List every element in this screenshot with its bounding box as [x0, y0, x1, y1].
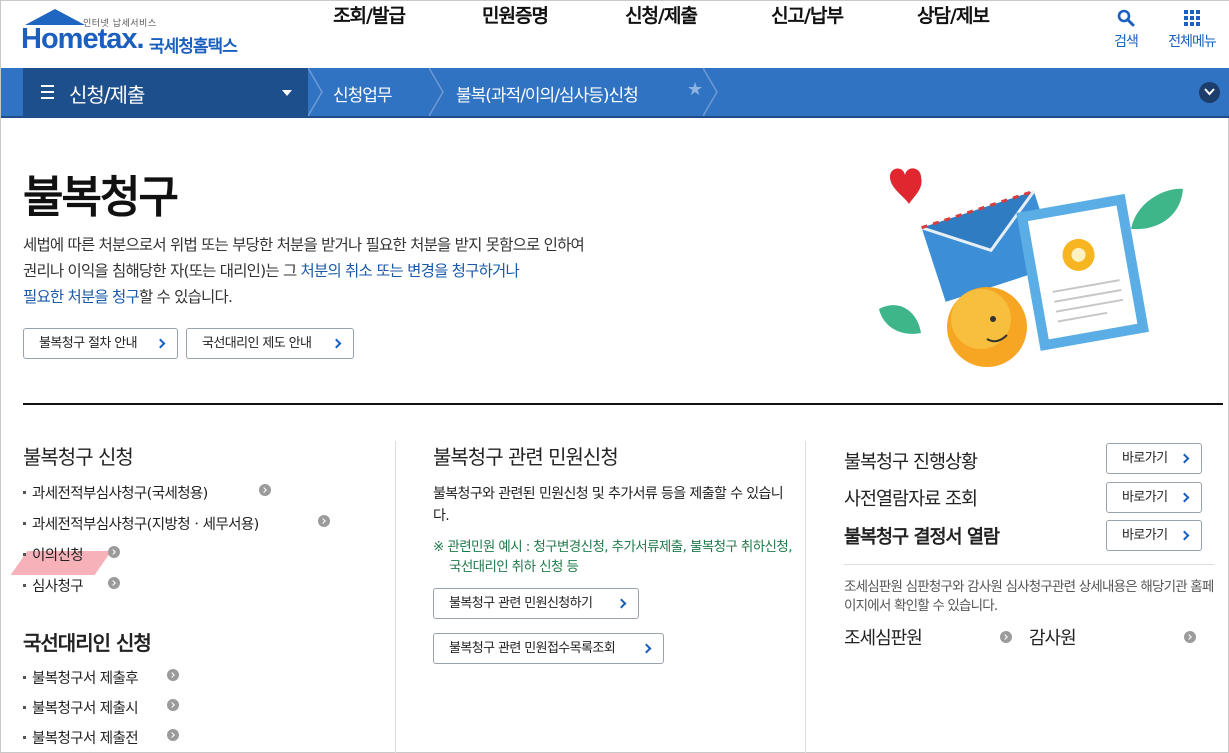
external-info-text: 조세심판원 심판청구와 감사원 심사청구관련 상세내용은 해당기관 홈페이지에서…: [844, 579, 1214, 614]
smiley-icon: [947, 287, 1027, 367]
search-label: 검색: [1114, 34, 1139, 50]
grid-menu-icon: [1184, 10, 1200, 26]
progress-status-go-button[interactable]: 바로가기: [1106, 443, 1202, 474]
expand-location-button[interactable]: [1199, 82, 1220, 103]
section-title-appeal: 불복청구 신청: [23, 445, 134, 469]
hometax-logo[interactable]: 인터넷 납세서비스 Hometax. 국세청홈택스: [21, 7, 261, 61]
decision-view-go-button[interactable]: 바로가기: [1106, 520, 1202, 551]
gnb-consult[interactable]: 상담/제보: [880, 1, 1026, 68]
bullet-icon: [23, 490, 26, 494]
progress-status-label: 불복청구 진행상황: [844, 452, 978, 473]
audit-board-link[interactable]: 감사원: [1029, 624, 1077, 650]
bullet-icon: [23, 583, 26, 587]
desc-highlight-2: 필요한 처분을 청구: [23, 288, 140, 306]
go-arrow-icon[interactable]: [108, 577, 120, 589]
page-description: 세법에 따른 처분으로서 위법 또는 부당한 처분을 받거나 필요한 처분을 받…: [23, 232, 703, 310]
public-representative-guide-button[interactable]: 국선대리인 제도 안내: [186, 328, 354, 359]
list-item-label: 과세전적부심사청구(국세청용): [32, 486, 208, 502]
bullet-icon: [23, 521, 26, 525]
bullet-icon: [23, 735, 26, 739]
related-description: 불복청구와 관련된 민원신청 및 추가서류 등을 제출할 수 있습니다.: [433, 486, 784, 524]
caret-down-icon: [282, 90, 292, 96]
hero-illustration: [879, 168, 1183, 367]
location-menu-label: 신청/제출: [69, 83, 145, 107]
list-item-label: 불복청구서 제출전: [32, 731, 139, 747]
logo-wordmark: Hometax.: [21, 23, 145, 55]
list-item[interactable]: 과세전적부심사청구(지방청ㆍ세무서용): [23, 513, 259, 534]
pre-view-label: 사전열람자료 조회: [844, 489, 978, 510]
favorite-star-icon[interactable]: ★: [687, 79, 703, 100]
logo-korean-name: 국세청홈택스: [149, 37, 238, 57]
desc-highlight-1: 처분의 취소 또는 변경을 청구하거나: [300, 262, 520, 280]
tax-tribunal-link[interactable]: 조세심판원: [844, 624, 923, 650]
document-icon: [1016, 193, 1149, 351]
list-item[interactable]: 심사청구: [23, 575, 84, 596]
go-arrow-icon[interactable]: [259, 484, 271, 496]
breadcrumb-item-current[interactable]: 불복(과적/이의/심사등)신청: [456, 81, 639, 106]
column-divider: [805, 441, 806, 753]
list-item[interactable]: 불복청구서 제출시: [23, 697, 139, 718]
pre-view-go-button[interactable]: 바로가기: [1106, 482, 1202, 513]
breadcrumb-separator-icon: [429, 68, 444, 116]
chevron-down-icon: [1204, 88, 1215, 96]
search-button[interactable]: 검색: [1105, 9, 1147, 51]
procedure-guide-button[interactable]: 불복청구 절차 안내: [23, 328, 178, 359]
list-item-label: 불복청구서 제출후: [32, 671, 139, 687]
list-item[interactable]: 과세전적부심사청구(국세청용): [23, 482, 208, 503]
list-item[interactable]: 불복청구서 제출후: [23, 667, 139, 688]
leaf-icon: [879, 305, 921, 334]
related-apply-button[interactable]: 불복청구 관련 민원신청하기: [433, 588, 639, 619]
list-item-label: 불복청구서 제출시: [32, 701, 139, 717]
desc-line-3-text: 할 수 있습니다.: [138, 288, 233, 306]
location-bar: 신청/제출 신청업무 불복(과적/이의/심사등)신청 ★: [1, 68, 1229, 118]
breadcrumb-item-apply[interactable]: 신청업무: [333, 81, 393, 106]
location-menu-dropdown[interactable]: 신청/제출: [23, 68, 308, 116]
column-divider: [395, 441, 396, 753]
bullet-icon: [23, 705, 26, 709]
go-arrow-icon[interactable]: [167, 669, 179, 681]
decision-view-label: 불복청구 결정서 열람: [844, 527, 1000, 548]
bullet-icon: [23, 675, 26, 679]
list-item-label: 과세전적부심사청구(지방청ㆍ세무서용): [32, 517, 259, 533]
go-arrow-icon[interactable]: [167, 699, 179, 711]
list-item[interactable]: 불복청구서 제출전: [23, 727, 139, 748]
gnb-filing[interactable]: 신고/납부: [734, 1, 880, 68]
desc-line-2: 권리나 이익을 침해당한 자(또는 대리인)는 그 처분의 취소 또는 변경을 …: [23, 258, 703, 284]
go-arrow-icon[interactable]: [108, 546, 120, 558]
go-arrow-icon[interactable]: [1000, 631, 1012, 643]
go-arrow-icon[interactable]: [167, 729, 179, 741]
bullet-icon: [23, 552, 26, 556]
page-title: 불복청구: [23, 172, 179, 223]
search-icon: [1117, 9, 1135, 27]
heart-icon: [889, 168, 922, 204]
leaf-icon: [1131, 188, 1183, 230]
related-list-button[interactable]: 불복청구 관련 민원접수목록조회: [433, 633, 664, 664]
gnb-certificates[interactable]: 민원증명: [442, 1, 588, 68]
section-title-public-rep: 국선대리인 신청: [23, 631, 152, 655]
related-note-text: ※ 관련민원 예시 : 청구변경신청, 추가서류제출, 불복청구 취하신청, 국…: [433, 539, 793, 575]
right-divider: [844, 564, 1214, 565]
breadcrumb-separator-icon: [308, 68, 323, 116]
go-arrow-icon[interactable]: [1184, 631, 1196, 643]
desc-line-2-text: 권리나 이익을 침해당한 자(또는 대리인)는 그: [23, 262, 301, 280]
list-item-label: 심사청구: [32, 579, 84, 595]
go-arrow-icon[interactable]: [318, 515, 330, 527]
section-divider: [23, 403, 1223, 405]
gnb-inquiry[interactable]: 조회/발급: [296, 1, 442, 68]
all-menu-label: 전체메뉴: [1168, 34, 1217, 50]
desc-line-3: 필요한 처분을 청구할 수 있습니다.: [23, 284, 703, 310]
all-menu-button[interactable]: 전체메뉴: [1159, 9, 1225, 51]
related-note: ※ 관련민원 예시 : 청구변경신청, 추가서류제출, 불복청구 취하신청, 국…: [433, 537, 798, 577]
list-item-label: 이의신청: [32, 548, 84, 564]
hamburger-icon: [41, 85, 54, 99]
global-nav: 조회/발급 민원증명 신청/제출 신고/납부 상담/제보: [296, 1, 1026, 68]
gnb-application[interactable]: 신청/제출: [588, 1, 734, 68]
top-header: 인터넷 납세서비스 Hometax. 국세청홈택스 조회/발급 민원증명 신청/…: [1, 1, 1229, 68]
list-item[interactable]: 이의신청: [23, 544, 84, 565]
section-title-related: 불복청구 관련 민원신청: [433, 445, 619, 469]
breadcrumb-separator-icon: [703, 68, 718, 116]
desc-line-1: 세법에 따른 처분으로서 위법 또는 부당한 처분을 받거나 필요한 처분을 받…: [23, 236, 585, 254]
